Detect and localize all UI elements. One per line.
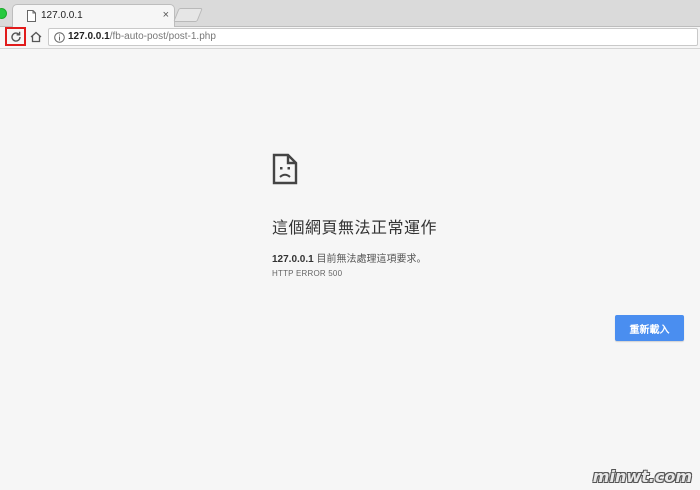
address-bar[interactable]: 127.0.0.1/fb-auto-post/post-1.php (48, 28, 698, 46)
home-button[interactable] (28, 29, 44, 45)
reload-button[interactable] (5, 27, 26, 46)
info-icon[interactable] (54, 32, 65, 43)
tab-strip: 127.0.0.1 × (0, 0, 700, 28)
new-tab-button[interactable] (173, 8, 203, 22)
error-page: 這個網頁無法正常運作 127.0.0.1 目前無法處理這項要求。 HTTP ER… (0, 49, 700, 490)
error-host: 127.0.0.1 (272, 254, 314, 265)
watermark-text: minwt.com (592, 467, 692, 486)
sad-document-icon (272, 153, 298, 185)
url-text[interactable]: 127.0.0.1/fb-auto-post/post-1.php (68, 31, 216, 42)
error-description: 127.0.0.1 目前無法處理這項要求。 (272, 250, 427, 265)
window-zoom-button[interactable] (0, 8, 7, 19)
url-host: 127.0.0.1 (68, 31, 110, 42)
browser-toolbar: 127.0.0.1/fb-auto-post/post-1.php (0, 27, 700, 49)
home-icon (30, 31, 42, 43)
url-path: /fb-auto-post/post-1.php (109, 31, 216, 42)
error-title: 這個網頁無法正常運作 (272, 220, 438, 237)
tab-close-icon[interactable]: × (163, 8, 169, 22)
reload-icon (10, 31, 21, 42)
browser-tab[interactable]: 127.0.0.1 × (12, 4, 175, 28)
reload-page-button[interactable]: 重新載入 (615, 315, 684, 341)
tab-title: 127.0.0.1 (41, 10, 83, 21)
error-code: HTTP ERROR 500 (272, 269, 343, 278)
document-icon (27, 10, 36, 22)
error-message: 目前無法處理這項要求。 (313, 254, 427, 265)
watermark: minwt.com (593, 467, 692, 486)
